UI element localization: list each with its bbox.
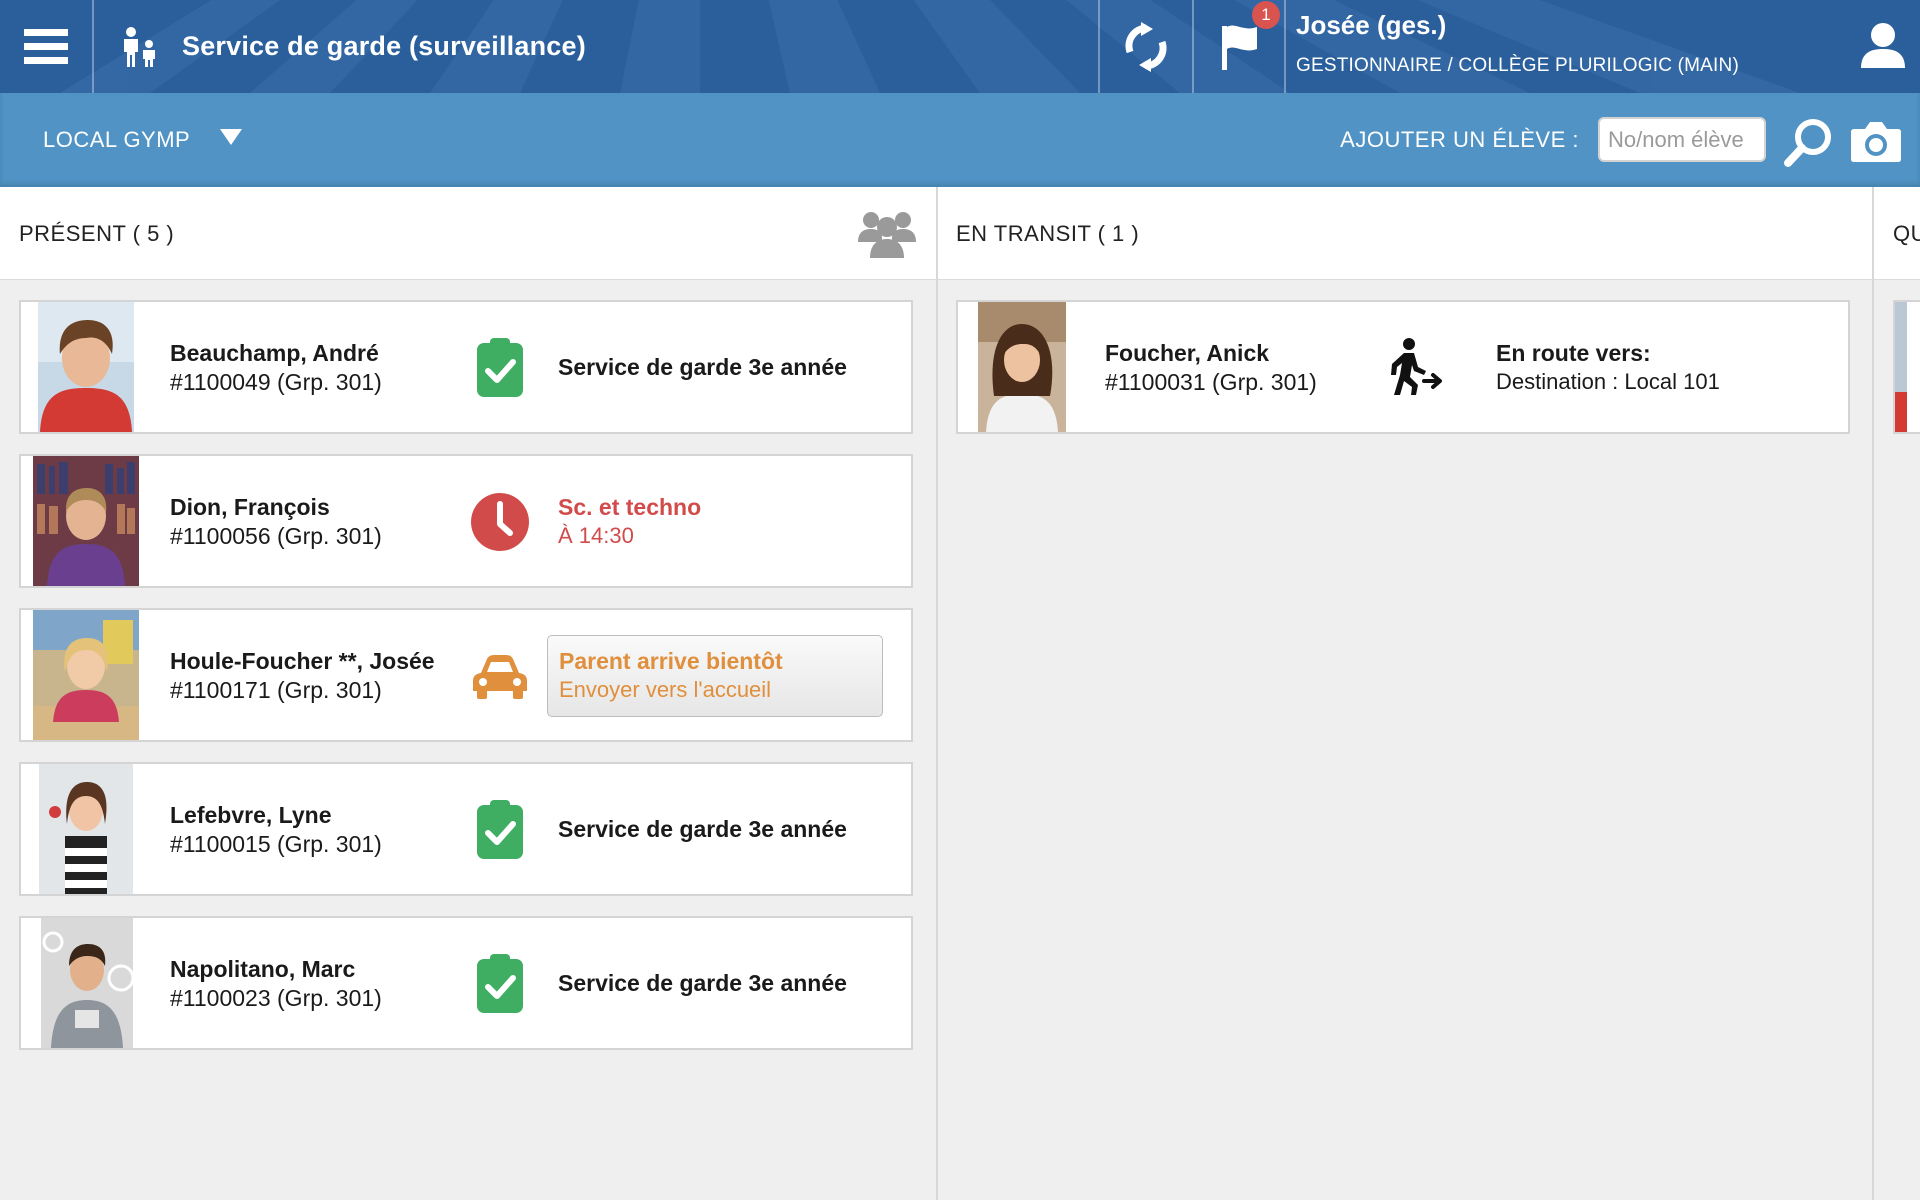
third-column-title: QU — [1893, 220, 1920, 246]
student-name: Napolitano, Marc — [170, 956, 356, 982]
parent-arriving-button[interactable]: Parent arrive bientôt Envoyer vers l'acc… — [547, 635, 883, 717]
present-column-title: PRÉSENT ( 5 ) — [19, 220, 175, 246]
student-name: Beauchamp, André — [170, 340, 379, 366]
next-class-time: À 14:30 — [558, 523, 634, 548]
student-photo — [33, 610, 139, 740]
student-number: #1100056 (Grp. 301) — [170, 523, 382, 549]
search-icon[interactable] — [1784, 117, 1834, 167]
student-photo — [1895, 302, 1907, 432]
student-status: Service de garde 3e année — [558, 354, 847, 380]
parent-arriving-label: Parent arrive bientôt — [559, 648, 783, 674]
student-status: Service de garde 3e année — [558, 816, 847, 842]
send-to-reception-label: Envoyer vers l'accueil — [559, 677, 772, 702]
app-title-area: Service de garde (surveillance) — [94, 0, 1098, 93]
refresh-button[interactable] — [1100, 0, 1192, 93]
student-name: Lefebvre, Lyne — [170, 802, 332, 828]
transit-column-title: EN TRANSIT ( 1 ) — [956, 220, 1140, 246]
present-column: Beauchamp, André #1100049 (Grp. 301) Ser… — [0, 280, 936, 1200]
menu-button[interactable] — [0, 0, 92, 93]
user-icon[interactable] — [1860, 22, 1906, 70]
student-card[interactable]: Foucher, Anick #1100031 (Grp. 301) En ro… — [956, 300, 1850, 434]
student-card[interactable]: Houle-Foucher **, Josée #1100171 (Grp. 3… — [19, 608, 913, 742]
student-name: Houle-Foucher **, Josée — [170, 648, 435, 674]
student-name: Foucher, Anick — [1105, 340, 1270, 366]
transit-column-header: EN TRANSIT ( 1 ) — [938, 187, 1872, 280]
transit-heading: En route vers: — [1496, 340, 1651, 366]
student-number: #1100171 (Grp. 301) — [170, 677, 382, 703]
clock-icon — [471, 493, 529, 551]
refresh-icon — [1125, 21, 1167, 72]
flag-icon — [1222, 25, 1257, 70]
third-column-header: QU — [1874, 187, 1920, 280]
user-name: Josée (ges.) — [1296, 10, 1447, 40]
clipboard-check-icon — [477, 338, 523, 397]
next-class: Sc. et techno — [558, 494, 702, 520]
third-column — [1874, 280, 1920, 1200]
user-role: GESTIONNAIRE / COLLÈGE PLURILOGIC (MAIN) — [1296, 55, 1739, 76]
camera-icon[interactable] — [1850, 119, 1902, 163]
group-icon[interactable] — [858, 210, 916, 258]
transit-column: Foucher, Anick #1100031 (Grp. 301) En ro… — [938, 280, 1872, 1200]
hamburger-icon — [24, 28, 68, 64]
app-title: Service de garde (surveillance) — [182, 31, 586, 61]
walking-arrow-icon — [1391, 338, 1442, 395]
student-number: #1100015 (Grp. 301) — [170, 831, 382, 857]
top-bar: Service de garde (surveillance) 1 Josée … — [0, 0, 1920, 93]
user-info[interactable]: Josée (ges.) GESTIONNAIRE / COLLÈGE PLUR… — [1286, 0, 1920, 93]
transit-destination: Destination : Local 101 — [1496, 369, 1720, 394]
notification-badge: 1 — [1252, 1, 1280, 29]
student-card[interactable]: Lefebvre, Lyne #1100015 (Grp. 301) Servi… — [19, 762, 913, 896]
location-dropdown[interactable]: LOCAL GYMP — [43, 93, 243, 187]
student-name: Dion, François — [170, 494, 330, 520]
location-label: LOCAL GYMP — [43, 127, 191, 152]
car-icon — [473, 655, 527, 699]
student-number: #1100049 (Grp. 301) — [170, 369, 382, 395]
clipboard-check-icon — [477, 954, 523, 1013]
student-photo — [39, 764, 133, 894]
student-photo — [38, 302, 134, 432]
student-card[interactable]: Napolitano, Marc #1100023 (Grp. 301) Ser… — [19, 916, 913, 1050]
student-photo — [41, 918, 133, 1048]
student-number: #1100023 (Grp. 301) — [170, 985, 382, 1011]
present-column-header: PRÉSENT ( 5 ) — [0, 187, 936, 280]
chevron-down-icon — [220, 129, 243, 145]
add-student-label: AJOUTER UN ÉLÈVE : — [1340, 127, 1579, 152]
student-photo — [978, 302, 1066, 432]
parent-child-icon — [124, 26, 155, 67]
student-card[interactable]: Dion, François #1100056 (Grp. 301) Sc. e… — [19, 454, 913, 588]
student-card[interactable] — [1893, 300, 1920, 434]
student-number: #1100031 (Grp. 301) — [1105, 369, 1317, 395]
student-photo — [33, 456, 139, 586]
student-card[interactable]: Beauchamp, André #1100049 (Grp. 301) Ser… — [19, 300, 913, 434]
toolbar: LOCAL GYMP AJOUTER UN ÉLÈVE : — [0, 93, 1920, 187]
student-status: Service de garde 3e année — [558, 970, 847, 996]
clipboard-check-icon — [477, 800, 523, 859]
student-search-input[interactable] — [1598, 117, 1766, 162]
